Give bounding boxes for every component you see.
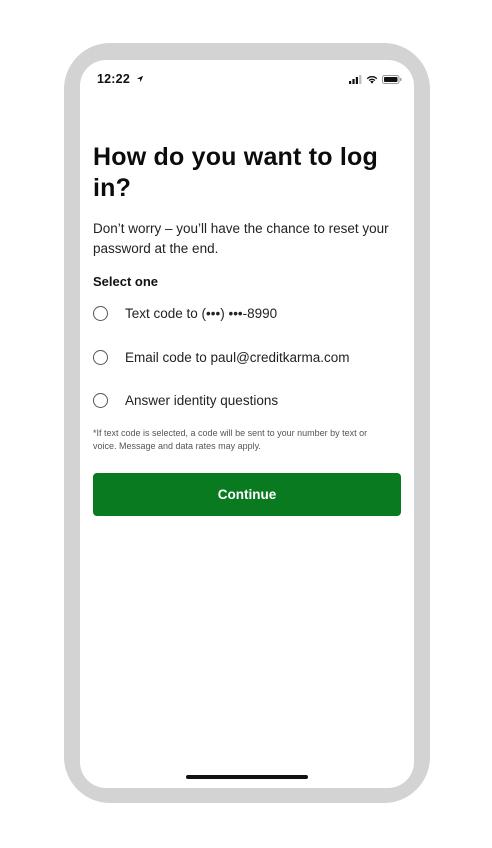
status-bar: 12:22 [80, 60, 414, 104]
home-indicator [186, 775, 308, 779]
select-one-label: Select one [93, 274, 159, 289]
radio-button-email-code[interactable] [93, 349, 108, 365]
option-identity-questions[interactable]: Answer identity questions [93, 388, 403, 412]
page-subtitle: Don’t worry – you’ll have the chance to … [93, 221, 389, 256]
option-text-code-label[interactable]: Text code to (•••) •••-8990 [125, 306, 277, 321]
status-indicators [349, 73, 402, 85]
phone-screen: 12:22 How do you want to log in? Don’t w… [80, 60, 414, 788]
page-title: How do you want to log in? [93, 143, 378, 202]
login-method-form: How do you want to log in? Don’t worry –… [93, 142, 403, 516]
status-time: 12:22 [97, 72, 144, 86]
radio-button-identity-questions[interactable] [93, 392, 108, 408]
option-text-code[interactable]: Text code to (•••) •••-8990 [93, 301, 403, 325]
location-arrow-icon [136, 75, 143, 83]
login-options-radio-group: Text code to (•••) •••-8990 Email code t… [93, 301, 403, 412]
continue-button[interactable]: Continue [93, 473, 401, 516]
page: 12:22 How do you want to log in? Don’t w… [0, 0, 492, 848]
radio-button-text-code[interactable] [93, 305, 108, 321]
option-email-code-label[interactable]: Email code to paul@creditkarma.com [125, 350, 350, 365]
cellular-signal-icon [349, 74, 362, 84]
option-email-code[interactable]: Email code to paul@creditkarma.com [93, 345, 403, 369]
option-identity-questions-label[interactable]: Answer identity questions [125, 393, 278, 408]
wifi-icon [366, 75, 378, 84]
battery-icon [382, 74, 402, 84]
status-time-text: 12:22 [97, 72, 130, 86]
sms-disclaimer: *If text code is selected, a code will b… [93, 428, 368, 451]
